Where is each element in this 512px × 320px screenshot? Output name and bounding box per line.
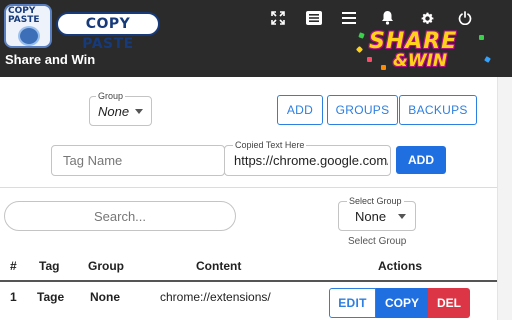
tag-name-input[interactable]: Tag Name bbox=[51, 145, 225, 176]
delete-button[interactable]: DEL bbox=[428, 288, 470, 318]
chevron-down-icon bbox=[398, 214, 406, 219]
column-header-tag: Tag bbox=[39, 259, 60, 273]
select-group-value: None bbox=[355, 209, 387, 224]
column-header-actions: Actions bbox=[378, 259, 423, 273]
app-logo-icon: COPY PASTE bbox=[4, 4, 52, 48]
backups-button[interactable]: BACKUPS bbox=[399, 95, 477, 125]
row-tag: Tage bbox=[37, 290, 65, 304]
list-view-icon[interactable] bbox=[299, 6, 329, 30]
select-group-dropdown[interactable]: Select Group None bbox=[338, 195, 416, 231]
column-header-group: Group bbox=[88, 259, 124, 273]
add-entry-button[interactable]: ADD bbox=[396, 146, 446, 174]
select-group-helper-text: Select Group bbox=[348, 236, 407, 247]
row-content: chrome://extensions/ bbox=[160, 290, 271, 304]
app-logo-text: COPY PASTE bbox=[56, 12, 160, 52]
row-number: 1 bbox=[10, 290, 17, 304]
search-placeholder: Search... bbox=[93, 208, 147, 224]
page-title: Share and Win bbox=[5, 52, 96, 67]
groups-button[interactable]: GROUPS bbox=[327, 95, 398, 125]
edit-button[interactable]: EDIT bbox=[329, 288, 376, 318]
copied-text-value: https://chrome.google.com/ bbox=[234, 153, 388, 168]
group-select-value: None bbox=[98, 104, 130, 119]
add-button[interactable]: ADD bbox=[277, 95, 323, 125]
share-and-win-banner[interactable]: SHARE &WIN bbox=[355, 27, 495, 73]
section-divider bbox=[0, 187, 497, 188]
chevron-down-icon bbox=[135, 109, 143, 114]
column-header-number: # bbox=[10, 259, 17, 273]
group-select-legend: Group bbox=[96, 90, 126, 102]
copied-text-input[interactable]: Copied Text Here https://chrome.google.c… bbox=[224, 139, 391, 176]
group-select[interactable]: Group None bbox=[89, 90, 152, 126]
copied-text-legend: Copied Text Here bbox=[233, 139, 307, 151]
logo-badge-text: COPY PASTE bbox=[8, 6, 40, 25]
column-header-content: Content bbox=[196, 259, 242, 273]
table-header-divider bbox=[0, 280, 497, 282]
search-input[interactable]: Search... bbox=[4, 201, 236, 231]
fullscreen-icon[interactable] bbox=[263, 6, 293, 30]
banner-win-text: &WIN bbox=[393, 51, 448, 71]
tag-name-placeholder: Tag Name bbox=[63, 153, 123, 168]
app-header: COPY PASTE COPY PASTE Share and Win SHAR… bbox=[0, 0, 512, 77]
copy-button[interactable]: COPY bbox=[376, 288, 428, 318]
vertical-scrollbar[interactable] bbox=[497, 77, 512, 320]
row-group: None bbox=[90, 290, 120, 304]
select-group-legend: Select Group bbox=[347, 195, 404, 207]
